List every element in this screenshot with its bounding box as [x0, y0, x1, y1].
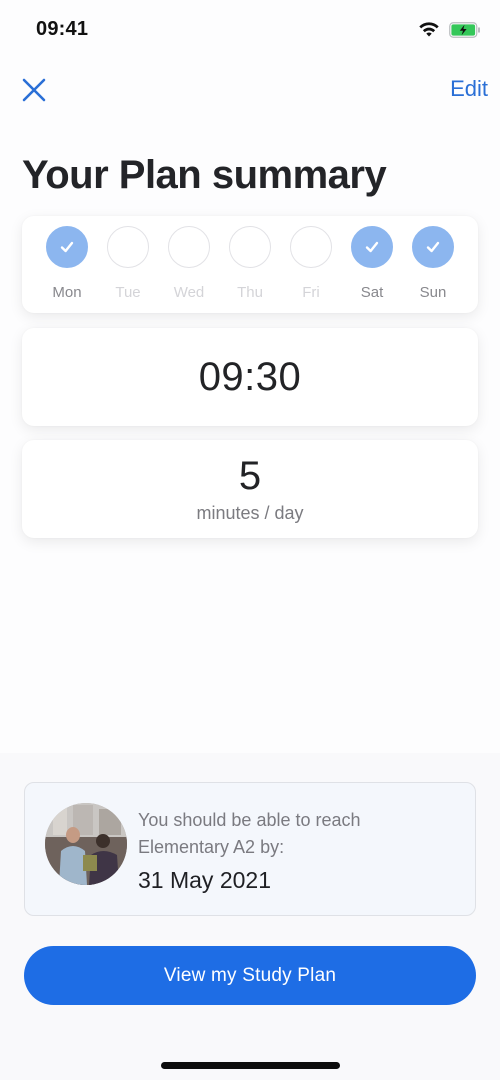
wifi-icon	[419, 22, 439, 37]
status-time: 09:41	[36, 18, 89, 40]
duration-unit: minutes / day	[196, 503, 304, 523]
day-empty-circle	[107, 226, 149, 268]
reminder-time-card[interactable]: 09:30	[22, 328, 478, 426]
view-study-plan-button[interactable]: View my Study Plan	[24, 946, 476, 1005]
study-days-card: Mon Tue Wed Thu Fri Sat Sun	[22, 216, 478, 313]
day-toggle-fri[interactable]: Fri	[286, 226, 336, 301]
day-toggle-thu[interactable]: Thu	[225, 226, 275, 301]
day-label: Mon	[52, 284, 82, 301]
learners-photo-avatar	[45, 803, 127, 885]
day-toggle-sun[interactable]: Sun	[408, 226, 458, 301]
page-title: Your Plan summary	[22, 153, 387, 197]
status-bar: 09:41	[0, 0, 500, 60]
goal-card: You should be able to reach Elementary A…	[24, 782, 476, 916]
day-toggle-tue[interactable]: Tue	[103, 226, 153, 301]
checkmark-icon	[365, 241, 379, 253]
battery-charging-icon	[449, 22, 480, 38]
day-toggle-sat[interactable]: Sat	[347, 226, 397, 301]
edit-button[interactable]: Edit	[450, 76, 488, 102]
daily-duration-card[interactable]: 5 minutes / day	[22, 440, 478, 538]
duration-value: 5	[238, 454, 262, 498]
home-indicator	[161, 1062, 340, 1069]
day-label: Wed	[173, 284, 205, 301]
day-label: Sat	[360, 284, 384, 301]
day-checked-circle	[412, 226, 454, 268]
checkmark-icon	[60, 241, 74, 253]
goal-line-2: Elementary A2 by:	[138, 837, 285, 857]
day-empty-circle	[290, 226, 332, 268]
day-toggle-mon[interactable]: Mon	[42, 226, 92, 301]
goal-line-1: You should be able to reach	[138, 810, 361, 830]
close-button[interactable]	[20, 76, 48, 104]
day-label: Thu	[237, 284, 263, 301]
goal-description: You should be able to reach Elementary A…	[138, 807, 361, 861]
photo-illustration	[45, 803, 127, 885]
day-toggle-wed[interactable]: Wed	[164, 226, 214, 301]
reminder-time-value: 09:30	[198, 354, 302, 399]
close-icon	[22, 78, 46, 102]
day-checked-circle	[46, 226, 88, 268]
goal-date: 31 May 2021	[138, 867, 271, 893]
day-checked-circle	[351, 226, 393, 268]
checkmark-icon	[426, 241, 440, 253]
day-label: Fri	[302, 284, 320, 301]
day-label: Sun	[419, 284, 447, 301]
day-empty-circle	[168, 226, 210, 268]
day-label: Tue	[115, 284, 141, 301]
day-empty-circle	[229, 226, 271, 268]
